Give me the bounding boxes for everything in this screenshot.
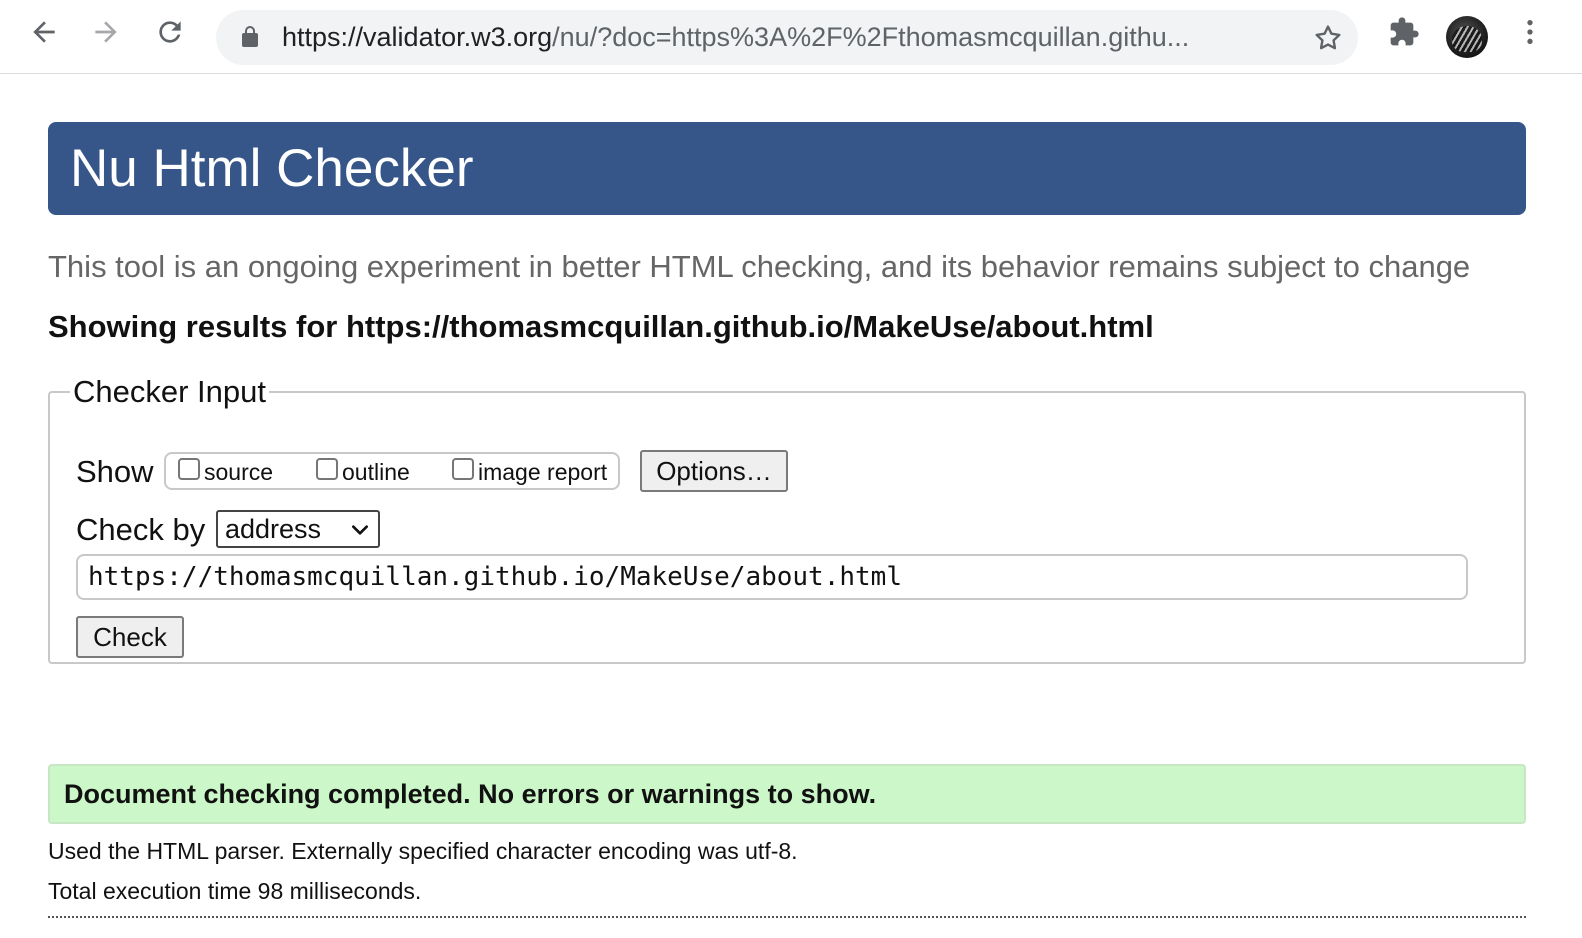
browser-toolbar: https://validator.w3.org/nu/?doc=https%3…: [0, 0, 1582, 74]
show-source-option[interactable]: source: [178, 454, 273, 490]
arrow-left-icon: [33, 21, 55, 43]
chevron-down-icon: [352, 525, 368, 535]
check-by-select[interactable]: address: [216, 510, 380, 548]
image-report-label: image report: [478, 458, 608, 485]
checker-input-legend: Checker Input: [73, 374, 266, 409]
url-text[interactable]: https://validator.w3.org/nu/?doc=https%3…: [282, 10, 1292, 65]
success-message: Document checking completed. No errors o…: [48, 764, 1526, 824]
show-image-report-option[interactable]: image report: [452, 454, 607, 490]
arrow-right-icon: [95, 21, 117, 43]
document-url-input[interactable]: https://thomasmcquillan.github.io/MakeUs…: [76, 554, 1468, 600]
star-icon[interactable]: [1312, 22, 1344, 54]
page-title: Nu Html Checker: [48, 122, 1526, 215]
page-content: Nu Html Checker This tool is an ongoing …: [48, 122, 1526, 918]
showing-results-heading: Showing results for https://thomasmcquil…: [48, 309, 1154, 344]
address-bar[interactable]: https://validator.w3.org/nu/?doc=https%3…: [216, 10, 1358, 65]
image-report-checkbox[interactable]: [452, 458, 474, 480]
url-path: /nu/?doc=https%3A%2F%2Fthomasmcquillan.g…: [552, 22, 1190, 52]
extensions-button[interactable]: [1384, 12, 1424, 52]
checker-input-fieldset: Checker Input Show source outline image …: [48, 374, 1526, 664]
parser-info: Used the HTML parser. Externally specifi…: [48, 838, 798, 864]
check-by-label: Check by: [76, 512, 206, 547]
lock-icon: [242, 26, 258, 47]
execution-time: Total execution time 98 milliseconds.: [48, 878, 422, 904]
kebab-menu-icon: [1527, 20, 1533, 44]
check-by-value: address: [225, 514, 322, 544]
browser-menu-button[interactable]: [1510, 12, 1550, 52]
show-options-group: source outline image report: [164, 452, 620, 490]
url-host: https://validator.w3.org: [282, 22, 553, 52]
reload-icon: [159, 21, 181, 43]
puzzle-icon: [1390, 17, 1419, 46]
page-subtitle: This tool is an ongoing experiment in be…: [48, 249, 1471, 284]
outline-checkbox[interactable]: [316, 458, 338, 480]
check-button[interactable]: Check: [76, 616, 184, 658]
outline-label: outline: [342, 458, 410, 485]
show-outline-option[interactable]: outline: [316, 454, 410, 490]
divider: [48, 916, 1526, 918]
options-button[interactable]: Options…: [640, 450, 788, 492]
source-label: source: [204, 458, 274, 485]
back-button[interactable]: [24, 12, 64, 52]
reload-button[interactable]: [150, 12, 190, 52]
forward-button[interactable]: [86, 12, 126, 52]
profile-avatar[interactable]: [1446, 16, 1488, 58]
show-label: Show: [76, 454, 154, 489]
source-checkbox[interactable]: [178, 458, 200, 480]
